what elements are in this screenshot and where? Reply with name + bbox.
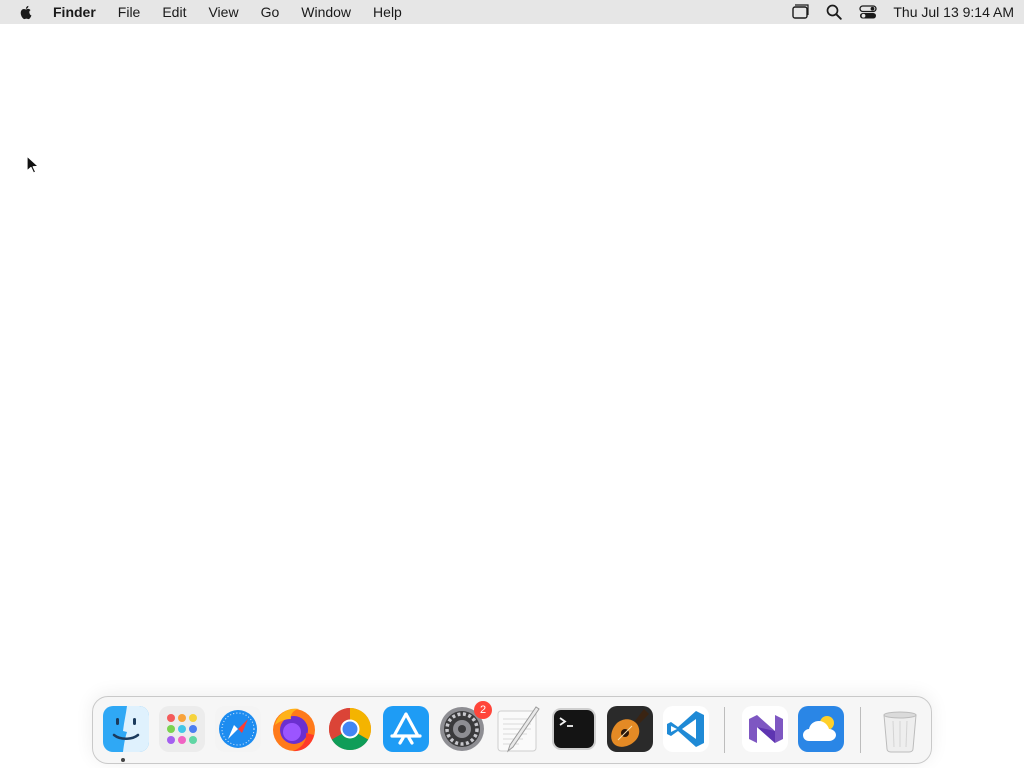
dock-app-textedit[interactable] [494,705,542,753]
menu-help[interactable]: Help [373,0,402,24]
safari-icon [215,706,261,752]
menu-view[interactable]: View [208,0,238,24]
menu-window[interactable]: Window [301,0,351,24]
control-center-icon[interactable] [857,1,879,23]
firefox-icon [273,708,315,752]
dock-app-chrome[interactable] [326,705,374,753]
dock-separator-trash [860,707,861,753]
dock-app-terminal[interactable] [550,705,598,753]
dock-app-firefox[interactable] [270,705,318,753]
visual-studio-icon [742,706,788,752]
dock-app-system-settings[interactable]: 2 [438,701,492,753]
dock-app-app-store[interactable] [382,705,430,753]
menu-file[interactable]: File [118,0,141,24]
dock-app-safari[interactable] [214,705,262,753]
menu-edit[interactable]: Edit [162,0,186,24]
spotlight-search-icon[interactable] [823,1,845,23]
garageband-icon [607,706,653,752]
dock-app-trash[interactable] [876,705,924,753]
trash-icon [883,711,917,753]
dock-separator [724,707,725,753]
dock-app-weather[interactable] [797,705,845,753]
menu-go[interactable]: Go [261,0,280,24]
dock-app-visual-studio[interactable] [741,705,789,753]
mouse-cursor-icon [26,155,40,175]
dock-app-garageband[interactable] [606,705,654,753]
menu-bar: Finder File Edit View Go Window Help Thu… [0,0,1024,24]
launchpad-icon [159,706,205,752]
menubar-clock[interactable]: Thu Jul 13 9:14 AM [893,4,1014,20]
stage-manager-icon[interactable] [789,1,811,23]
textedit-icon [497,706,540,753]
chrome-icon [328,708,372,751]
system-settings-badge: 2 [474,701,492,719]
dock-app-launchpad[interactable] [158,705,206,753]
vscode-icon [663,706,709,752]
dock-app-finder[interactable] [102,705,150,753]
dock: 2 [92,696,932,764]
apple-icon[interactable] [18,4,34,20]
terminal-icon [552,708,596,750]
dock-app-vscode[interactable] [662,705,710,753]
menu-app-finder[interactable]: Finder [53,0,96,24]
app-store-icon [383,706,429,752]
weather-icon [798,706,844,752]
finder-running-indicator [121,758,125,762]
finder-icon [103,706,149,752]
